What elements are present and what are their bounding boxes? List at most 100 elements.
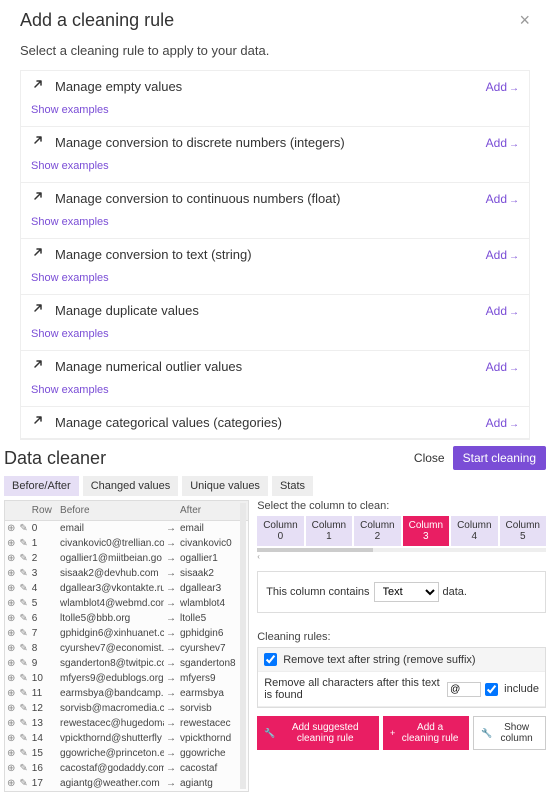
table-row: ⊕✎16cacostaf@godaddy.com→cacostaf: [5, 761, 248, 776]
pencil-icon[interactable]: ✎: [17, 656, 29, 671]
arrow-icon: →: [164, 776, 178, 791]
show-examples-link[interactable]: Show examples: [31, 328, 109, 340]
pencil-icon[interactable]: ✎: [17, 626, 29, 641]
pencil-icon[interactable]: ✎: [17, 671, 29, 686]
rule-head[interactable]: Manage empty valuesAdd→: [21, 71, 529, 102]
magnify-icon[interactable]: ⊕: [5, 731, 17, 746]
arrow-icon: →: [164, 671, 178, 686]
rule-remove-suffix-checkbox[interactable]: [264, 653, 277, 666]
show-examples-link[interactable]: Show examples: [31, 384, 109, 396]
pencil-icon[interactable]: ✎: [17, 566, 29, 581]
contains-type-select[interactable]: Text: [374, 582, 439, 602]
magnify-icon[interactable]: ⊕: [5, 776, 17, 791]
magnify-icon[interactable]: ⊕: [5, 716, 17, 731]
show-column-button[interactable]: 🔧 Show column: [473, 716, 546, 750]
col-before: Before: [58, 501, 164, 521]
expand-arrow-icon: [31, 358, 45, 373]
magnify-icon[interactable]: ⊕: [5, 641, 17, 656]
after-value: sorvisb: [178, 701, 248, 716]
magnify-icon[interactable]: ⊕: [5, 581, 17, 596]
magnify-icon[interactable]: ⊕: [5, 521, 17, 537]
tab-stats[interactable]: Stats: [272, 476, 313, 496]
arrow-icon: →: [164, 641, 178, 656]
remove-after-input[interactable]: [447, 682, 481, 697]
arrow-icon: →: [164, 626, 178, 641]
rule-add-link[interactable]: Add→: [486, 80, 519, 94]
add-rule-button[interactable]: + Add a cleaning rule: [383, 716, 469, 750]
magnify-icon[interactable]: ⊕: [5, 551, 17, 566]
pencil-icon[interactable]: ✎: [17, 521, 29, 537]
table-row: ⊕✎0email→email: [5, 521, 248, 537]
scroll-hint[interactable]: ‹: [257, 552, 546, 561]
after-value: ggowriche: [178, 746, 248, 761]
magnify-icon[interactable]: ⊕: [5, 671, 17, 686]
magnify-icon[interactable]: ⊕: [5, 536, 17, 551]
close-button[interactable]: Close: [414, 451, 445, 465]
magnify-icon[interactable]: ⊕: [5, 686, 17, 701]
tab-changed-values[interactable]: Changed values: [83, 476, 179, 496]
rule-head[interactable]: Manage duplicate valuesAdd→: [21, 295, 529, 326]
row-number: 17: [30, 776, 58, 791]
table-row: ⊕✎14vpickthornd@shutterfly→vpickthornd: [5, 731, 248, 746]
rule-add-link[interactable]: Add→: [486, 416, 519, 430]
start-cleaning-button[interactable]: Start cleaning: [453, 446, 546, 470]
pencil-icon[interactable]: ✎: [17, 776, 29, 791]
show-examples-link[interactable]: Show examples: [31, 272, 109, 284]
tab-unique-values[interactable]: Unique values: [182, 476, 268, 496]
rule-add-link[interactable]: Add→: [486, 248, 519, 262]
pencil-icon[interactable]: ✎: [17, 716, 29, 731]
close-icon[interactable]: ×: [519, 10, 530, 31]
column-button-2[interactable]: Column 2: [354, 516, 400, 546]
rule-add-link[interactable]: Add→: [486, 136, 519, 150]
rule-head[interactable]: Manage numerical outlier valuesAdd→: [21, 351, 529, 382]
rule-add-link[interactable]: Add→: [486, 360, 519, 374]
pencil-icon[interactable]: ✎: [17, 641, 29, 656]
include-checkbox[interactable]: [485, 683, 498, 696]
magnify-icon[interactable]: ⊕: [5, 761, 17, 776]
rule-head[interactable]: Manage conversion to discrete numbers (i…: [21, 127, 529, 158]
pencil-icon[interactable]: ✎: [17, 581, 29, 596]
pencil-icon[interactable]: ✎: [17, 551, 29, 566]
show-examples-link[interactable]: Show examples: [31, 160, 109, 172]
after-value: agiantg: [178, 776, 248, 791]
rule-add-link[interactable]: Add→: [486, 192, 519, 206]
rule-head[interactable]: Manage conversion to continuous numbers …: [21, 183, 529, 214]
pencil-icon[interactable]: ✎: [17, 761, 29, 776]
pencil-icon[interactable]: ✎: [17, 701, 29, 716]
rule-title: Manage empty values: [55, 79, 486, 94]
magnify-icon[interactable]: ⊕: [5, 596, 17, 611]
pencil-icon[interactable]: ✎: [17, 731, 29, 746]
rule-head[interactable]: Manage categorical values (categories)Ad…: [21, 407, 529, 438]
add-suggested-rule-button[interactable]: 🔧 Add suggested cleaning rule: [257, 716, 379, 750]
rule-add-link[interactable]: Add→: [486, 304, 519, 318]
column-button-4[interactable]: Column 4: [451, 516, 497, 546]
row-number: 3: [30, 566, 58, 581]
pencil-icon[interactable]: ✎: [17, 746, 29, 761]
before-value: gphidgin6@xinhuanet.co: [58, 626, 164, 641]
column-button-0[interactable]: Column 0: [257, 516, 303, 546]
rule-title: Manage duplicate values: [55, 303, 486, 318]
pencil-icon[interactable]: ✎: [17, 686, 29, 701]
magnify-icon[interactable]: ⊕: [5, 611, 17, 626]
magnify-icon[interactable]: ⊕: [5, 566, 17, 581]
rule-title: Manage conversion to discrete numbers (i…: [55, 135, 486, 150]
column-button-3[interactable]: Column 3: [403, 516, 449, 546]
pencil-icon[interactable]: ✎: [17, 536, 29, 551]
magnify-icon[interactable]: ⊕: [5, 746, 17, 761]
column-scroll[interactable]: [257, 548, 546, 552]
magnify-icon[interactable]: ⊕: [5, 656, 17, 671]
show-examples-link[interactable]: Show examples: [31, 104, 109, 116]
tab-before-after[interactable]: Before/After: [4, 476, 79, 496]
arrow-icon: →: [164, 521, 178, 537]
table-row: ⊕✎13rewestacec@hugedomains→rewestacec: [5, 716, 248, 731]
pencil-icon[interactable]: ✎: [17, 611, 29, 626]
column-button-5[interactable]: Column 5: [500, 516, 546, 546]
column-button-1[interactable]: Column 1: [306, 516, 352, 546]
show-examples-link[interactable]: Show examples: [31, 216, 109, 228]
magnify-icon[interactable]: ⊕: [5, 626, 17, 641]
before-value: vpickthornd@shutterfly: [58, 731, 164, 746]
wrench-icon: 🔧: [481, 728, 492, 739]
pencil-icon[interactable]: ✎: [17, 596, 29, 611]
magnify-icon[interactable]: ⊕: [5, 701, 17, 716]
rule-head[interactable]: Manage conversion to text (string)Add→: [21, 239, 529, 270]
